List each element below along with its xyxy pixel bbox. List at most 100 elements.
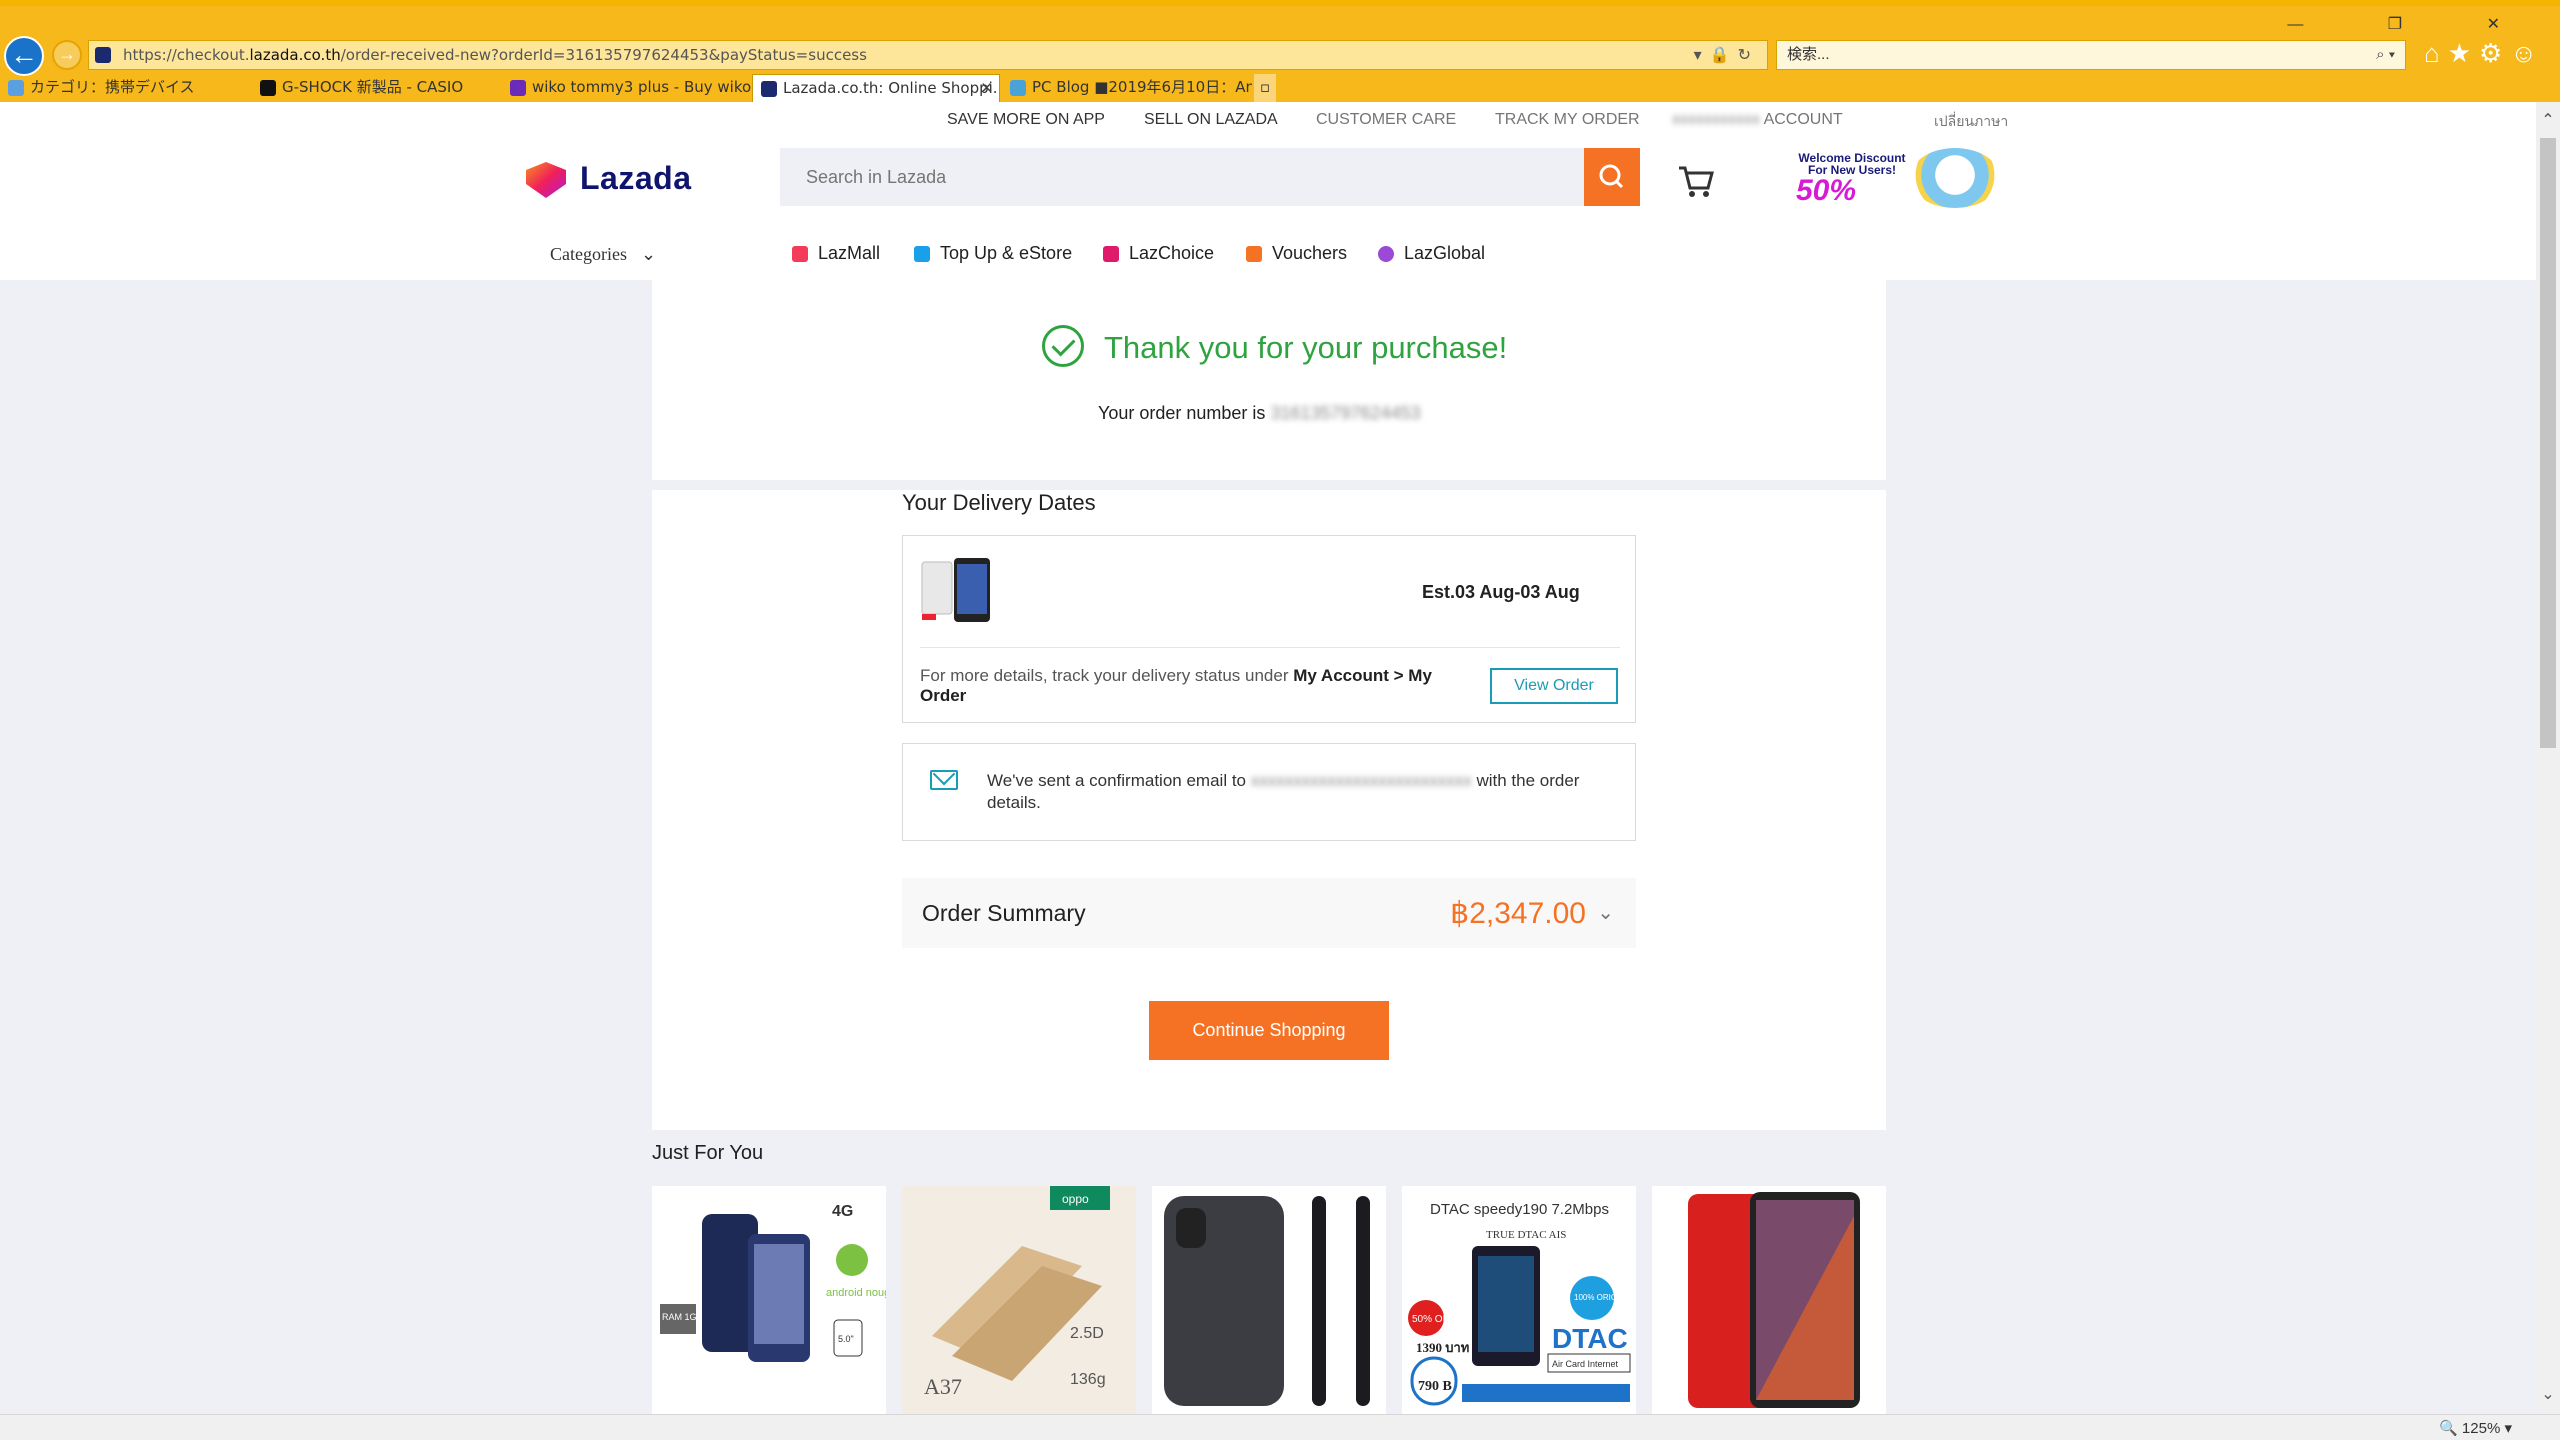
tab-lazada-active[interactable]: Lazada.co.th: Online Shoppi... ✕ — [752, 74, 1000, 102]
top-up-icon — [914, 246, 930, 262]
just-for-you-title: Just For You — [652, 1142, 764, 1164]
nav-vouchers[interactable]: Vouchers — [1246, 243, 1347, 264]
product-text: Air Card Internet — [1552, 1359, 1619, 1369]
lazada-favicon-icon — [95, 47, 111, 63]
track-my-order-link[interactable]: TRACK MY ORDER — [1495, 111, 1640, 129]
order-summary-toggle[interactable]: Order Summary ฿2,347.00 ⌄ — [902, 878, 1636, 948]
nav-top-up-estore[interactable]: Top Up & eStore — [914, 243, 1072, 264]
shopping-cart-icon — [1679, 166, 1714, 197]
tab-wiko[interactable]: wiko tommy3 plus - Buy wiko t... — [502, 74, 752, 102]
cart-button[interactable] — [1676, 160, 1716, 200]
tab-label: Lazada.co.th: Online Shoppi... — [783, 79, 1000, 97]
customer-care-link[interactable]: CUSTOMER CARE — [1316, 111, 1456, 129]
order-number-label: Your order number is — [1098, 403, 1266, 423]
tab-casio[interactable]: G-SHOCK 新製品 - CASIO — [252, 74, 502, 102]
smiley-feedback-icon[interactable]: ☺ — [2510, 38, 2545, 68]
lazada-search-button[interactable] — [1584, 148, 1640, 206]
utility-bar: SAVE MORE ON APP SELL ON LAZADA CUSTOMER… — [0, 102, 2536, 134]
address-tools[interactable]: ▾🔒↻ — [1694, 41, 1759, 69]
vouchers-icon — [1246, 246, 1262, 262]
product-card[interactable] — [1152, 1186, 1386, 1414]
estimated-delivery: Est.03 Aug-03 Aug — [1422, 582, 1580, 602]
close-tab-icon[interactable]: ✕ — [980, 75, 993, 101]
tab-label: カテゴリ：携帯デバイス — [30, 78, 195, 96]
forward-arrow-icon: → — [58, 44, 76, 64]
product-text: 100% ORIGINAL — [1574, 1293, 1635, 1302]
view-order-button[interactable]: View Order — [1490, 668, 1618, 704]
lock-icon[interactable]: 🔒 — [1710, 45, 1738, 64]
product-card[interactable]: oppo A37 2.5D 136g — [902, 1186, 1136, 1414]
nav-label: Vouchers — [1272, 243, 1348, 263]
mascot-image — [1910, 148, 2000, 208]
account-link[interactable]: xxxxxxxxxxx ACCOUNT — [1672, 111, 1843, 129]
promo-discount: 50% — [1796, 174, 1857, 207]
tab-strip: カテゴリ：携帯デバイス G-SHOCK 新製品 - CASIO wiko tom… — [0, 74, 2560, 102]
order-number-value: 316135797624453 — [1270, 403, 1421, 423]
sell-on-lazada-link[interactable]: SELL ON LAZADA — [1144, 111, 1278, 129]
tab-mobile-devices[interactable]: カテゴリ：携帯デバイス — [0, 74, 252, 102]
back-button[interactable]: ← — [4, 36, 44, 76]
nav-label: LazMall — [818, 243, 881, 263]
nav-lazglobal[interactable]: LazGlobal — [1378, 243, 1485, 264]
zoom-level[interactable]: 🔍 125% ▾ — [2439, 1419, 2512, 1437]
check-circle-icon — [1042, 325, 1084, 367]
lazada-search-input[interactable] — [780, 148, 1584, 206]
dropdown-icon[interactable]: ▾ — [1694, 45, 1710, 64]
product-text: DTAC — [1552, 1323, 1628, 1354]
lazada-heart-icon — [526, 162, 566, 198]
nav-lazchoice[interactable]: LazChoice — [1103, 243, 1214, 264]
lazmall-icon — [792, 246, 808, 262]
product-image: 4G android nougat 7.1 RAM 1GB 5.0" — [652, 1186, 886, 1414]
tab-favicon-icon — [510, 80, 526, 96]
settings-gear-icon[interactable]: ⚙ — [2479, 38, 2510, 68]
product-text: 136g — [1070, 1371, 1106, 1388]
tab-pc-blog[interactable]: PC Blog ■2019年6月10日：An... — [1002, 74, 1252, 102]
categories-label: Categories — [550, 244, 627, 264]
new-tab-button[interactable]: ▫ — [1254, 74, 1276, 102]
language-switch-link[interactable]: เปลี่ยนภาษา — [1934, 111, 2008, 133]
email-address-redacted: xxxxxxxxxxxxxxxxxxxxxxxxxx — [1250, 771, 1472, 790]
product-badge: oppo — [1062, 1192, 1089, 1206]
email-confirmation-text: We've sent a confirmation email to xxxxx… — [987, 770, 1607, 814]
forward-button[interactable]: → — [52, 40, 82, 70]
categories-dropdown[interactable]: Categories ⌄ — [550, 244, 656, 265]
scroll-down-icon[interactable]: ⌄ — [2540, 1384, 2556, 1404]
product-card[interactable]: 4G android nougat 7.1 RAM 1GB 5.0" — [652, 1186, 886, 1414]
phone-image — [921, 558, 990, 622]
product-image: oppo A37 2.5D 136g — [902, 1186, 1136, 1414]
favorites-star-icon[interactable]: ★ — [2448, 38, 2479, 68]
home-icon[interactable]: ⌂ — [2424, 38, 2448, 68]
refresh-icon[interactable]: ↻ — [1738, 45, 1759, 64]
email-prefix: We've sent a confirmation email to — [987, 771, 1246, 790]
scroll-up-icon[interactable]: ⌃ — [2540, 110, 2556, 130]
continue-shopping-button[interactable]: Continue Shopping — [1149, 1001, 1389, 1060]
browser-search-placeholder: 検索... — [1787, 46, 1830, 63]
window-controls[interactable]: — ❐ ✕ — [2287, 14, 2540, 34]
search-icon[interactable]: ⌕ ▾ — [2376, 41, 2395, 69]
order-total-amount: ฿2,347.00 — [1450, 897, 1586, 930]
product-card[interactable]: DTAC speedy190 7.2Mbps TRUE DTAC AIS 50%… — [1402, 1186, 1636, 1414]
product-text: 1390 บาท — [1416, 1340, 1469, 1355]
save-more-on-app-link[interactable]: SAVE MORE ON APP — [947, 111, 1105, 129]
nav-lazmall[interactable]: LazMall — [792, 243, 880, 264]
address-bar[interactable]: https://checkout.lazada.co.th/order-rece… — [88, 40, 1768, 70]
product-image — [1652, 1186, 1886, 1414]
order-summary-label: Order Summary — [922, 900, 1086, 926]
browser-search-input[interactable]: 検索... ⌕ ▾ — [1776, 40, 2406, 70]
tab-favicon-icon — [8, 80, 24, 96]
product-card[interactable] — [1652, 1186, 1886, 1414]
search-icon — [1599, 164, 1624, 189]
tab-label: G-SHOCK 新製品 - CASIO — [282, 78, 464, 96]
nav-label: Top Up & eStore — [940, 243, 1073, 263]
lazada-search-bar — [780, 148, 1640, 206]
delivery-divider — [920, 647, 1620, 648]
lazchoice-icon — [1103, 246, 1119, 262]
new-user-promo-banner[interactable]: Welcome Discount For New Users! 50% — [1790, 148, 2002, 208]
product-text: TRUE DTAC AIS — [1486, 1229, 1566, 1241]
product-image — [1152, 1186, 1386, 1414]
product-text: 5.0" — [838, 1334, 854, 1344]
category-nav: Categories ⌄ LazMall Top Up & eStore LazC… — [0, 236, 2536, 280]
tab-label: PC Blog ■2019年6月10日：An... — [1032, 78, 1252, 96]
scroll-thumb[interactable] — [2540, 138, 2556, 748]
page-scrollbar[interactable]: ⌃ ⌄ — [2536, 102, 2560, 1412]
